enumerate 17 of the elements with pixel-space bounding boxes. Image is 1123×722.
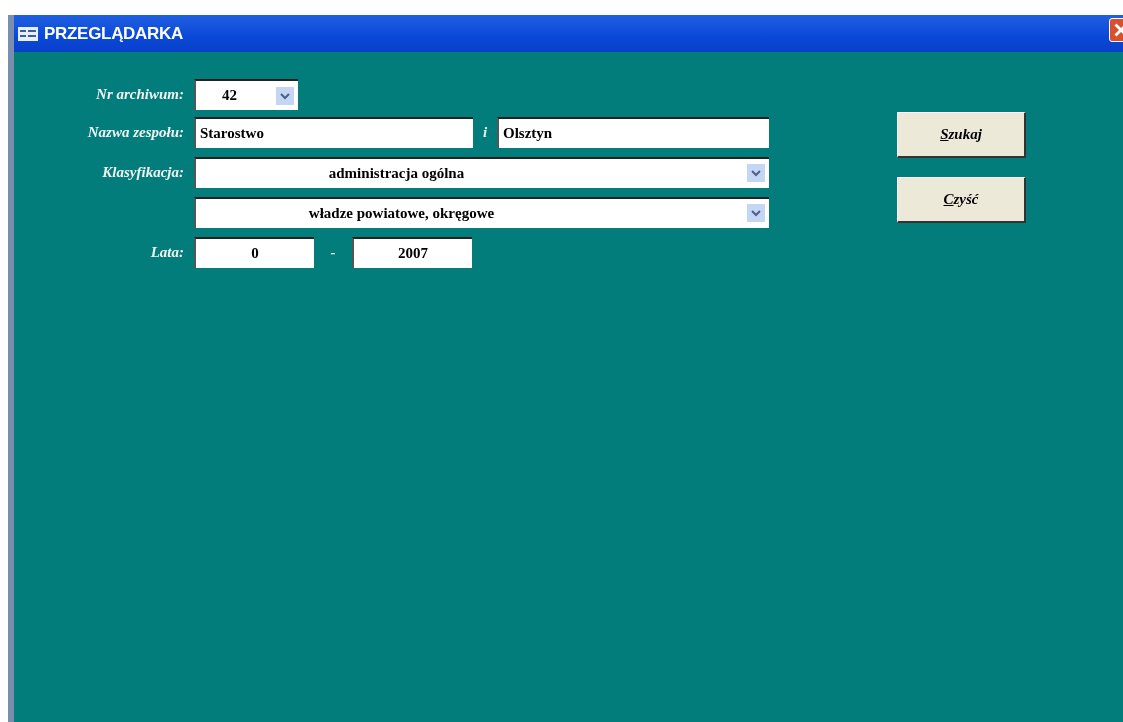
field-label: Lata: [149,242,185,262]
field-label: Klasyfikacja: [101,162,185,182]
window-title: PRZEGLĄDARKA [44,23,183,44]
dash-text: - [329,242,337,262]
field-label: Nr archiwum: [95,85,185,105]
input-field[interactable]: Olsztyn [497,116,769,148]
combo-box[interactable]: 42 [194,79,298,110]
input-field[interactable]: Starostwo [194,116,473,148]
clear-button[interactable]: Czyść [897,177,1026,223]
form-icon [18,26,38,41]
input-field[interactable]: 0 [194,236,314,268]
connector-text: i [481,122,489,142]
search-button[interactable]: Szukaj [897,112,1026,158]
field-label: Nazwa zespołu: [86,122,185,142]
input-field[interactable]: 2007 [352,236,472,268]
combo-box[interactable]: administracja ogólna [194,156,769,188]
combo-box[interactable]: władze powiatowe, okręgowe [194,196,769,228]
